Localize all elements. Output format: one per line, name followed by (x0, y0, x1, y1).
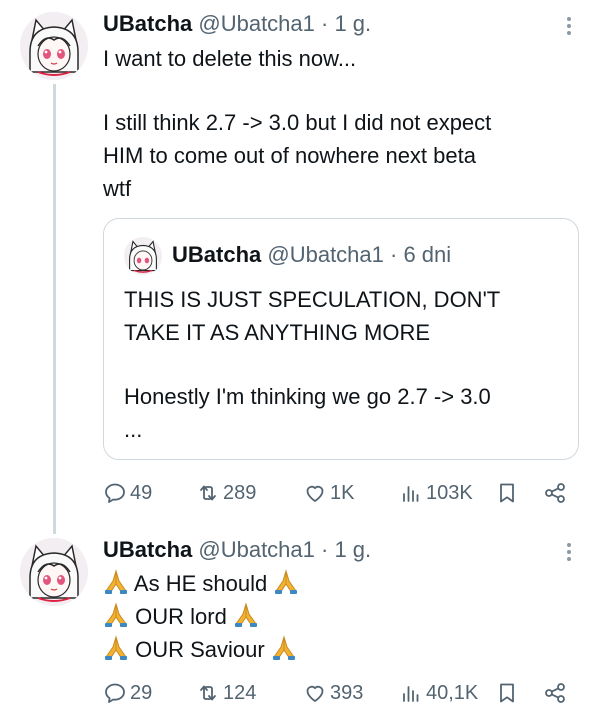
tweet-line-text: As HE should (133, 571, 268, 596)
quoted-line: THIS IS JUST SPECULATION, DON'T (124, 287, 501, 312)
views-icon (403, 686, 419, 702)
tweet-line: As HE should (103, 567, 543, 600)
repost-button[interactable]: 124 (196, 677, 256, 709)
bookmark-button[interactable] (495, 477, 519, 509)
repost-icon (200, 685, 216, 701)
tweet-line: wtf (103, 176, 132, 201)
timestamp[interactable]: · 1 g. (321, 11, 371, 36)
author-name[interactable]: UBatcha (103, 11, 192, 36)
praying-hands-icon (275, 569, 298, 594)
avatar[interactable] (20, 12, 88, 80)
praying-hands-icon (272, 635, 295, 660)
quoted-line: Honestly I'm thinking we go 2.7 -> 3.0 (124, 384, 491, 409)
tweet-header: UBatcha @Ubatcha1 · 1 g. (103, 536, 371, 564)
views-button[interactable]: 40,1K (399, 677, 478, 709)
tweet-line: I still think 2.7 -> 3.0 but I did not e… (103, 110, 492, 135)
like-button[interactable]: 393 (303, 677, 363, 709)
repost-count: 124 (223, 681, 257, 704)
action-bar: 49 289 1K 103K (103, 477, 583, 509)
share-button[interactable] (543, 477, 567, 509)
thread-line (53, 84, 56, 534)
praying-hands-icon (234, 602, 257, 627)
like-count: 393 (330, 681, 364, 704)
share-button[interactable] (543, 677, 567, 709)
tweet-line-text: OUR Saviour (135, 637, 265, 662)
author-name: UBatcha (172, 242, 262, 267)
bookmark-icon (500, 483, 514, 503)
share-icon (545, 483, 565, 503)
repost-icon (200, 485, 216, 501)
views-count: 103K (426, 481, 473, 504)
more-icon[interactable] (565, 12, 573, 40)
author-handle[interactable]: @Ubatcha1 (198, 537, 315, 562)
praying-hands-icon (105, 602, 127, 627)
tweet-line: OUR lord (103, 600, 543, 633)
avatar[interactable] (20, 538, 88, 606)
timestamp[interactable]: · 1 g. (321, 537, 371, 562)
praying-hands-icon (105, 635, 127, 660)
quoted-tweet[interactable]: UBatcha @Ubatcha1 · 6 dni THIS IS JUST S… (103, 218, 579, 460)
reply-button[interactable]: 29 (103, 677, 152, 709)
tweet-line: HIM to come out of nowhere next beta (103, 143, 476, 168)
reply-count: 49 (130, 481, 153, 504)
views-button[interactable]: 103K (399, 477, 473, 509)
like-button[interactable]: 1K (303, 477, 354, 509)
reply-button[interactable]: 49 (103, 477, 152, 509)
tweet-header: UBatcha @Ubatcha1 · 1 g. (103, 10, 371, 38)
tweet-line: OUR Saviour (103, 633, 543, 666)
reply-count: 29 (130, 681, 153, 704)
share-icon (545, 683, 565, 703)
heart-icon (306, 685, 324, 702)
heart-icon (306, 485, 324, 502)
quoted-text: THIS IS JUST SPECULATION, DON'T TAKE IT … (124, 283, 564, 446)
quoted-header: UBatcha @Ubatcha1 · 6 dni (172, 241, 451, 269)
praying-hands-icon (105, 569, 127, 594)
views-count: 40,1K (426, 681, 479, 704)
repost-count: 289 (223, 481, 257, 504)
action-bar: 29 124 393 40,1K (103, 677, 583, 709)
author-handle: @Ubatcha1 (267, 242, 384, 267)
tweet-line: I want to delete this now... (103, 46, 357, 71)
views-icon (403, 486, 419, 502)
reply-icon (105, 483, 125, 503)
reply-icon (105, 683, 125, 703)
tweet-text: As HE should OUR lord OUR Saviour (103, 567, 543, 666)
more-icon[interactable] (565, 538, 573, 566)
like-count: 1K (330, 481, 355, 504)
author-handle[interactable]: @Ubatcha1 (198, 11, 315, 36)
tweet-text: I want to delete this now... I still thi… (103, 42, 583, 205)
repost-button[interactable]: 289 (196, 477, 256, 509)
quoted-line: ... (124, 417, 143, 442)
tweet-line-text: OUR lord (135, 604, 227, 629)
quoted-line: TAKE IT AS ANYTHING MORE (124, 320, 431, 345)
timestamp: · 6 dni (390, 242, 452, 267)
bookmark-icon (500, 683, 514, 703)
avatar[interactable] (124, 237, 162, 275)
author-name[interactable]: UBatcha (103, 537, 192, 562)
bookmark-button[interactable] (495, 677, 519, 709)
